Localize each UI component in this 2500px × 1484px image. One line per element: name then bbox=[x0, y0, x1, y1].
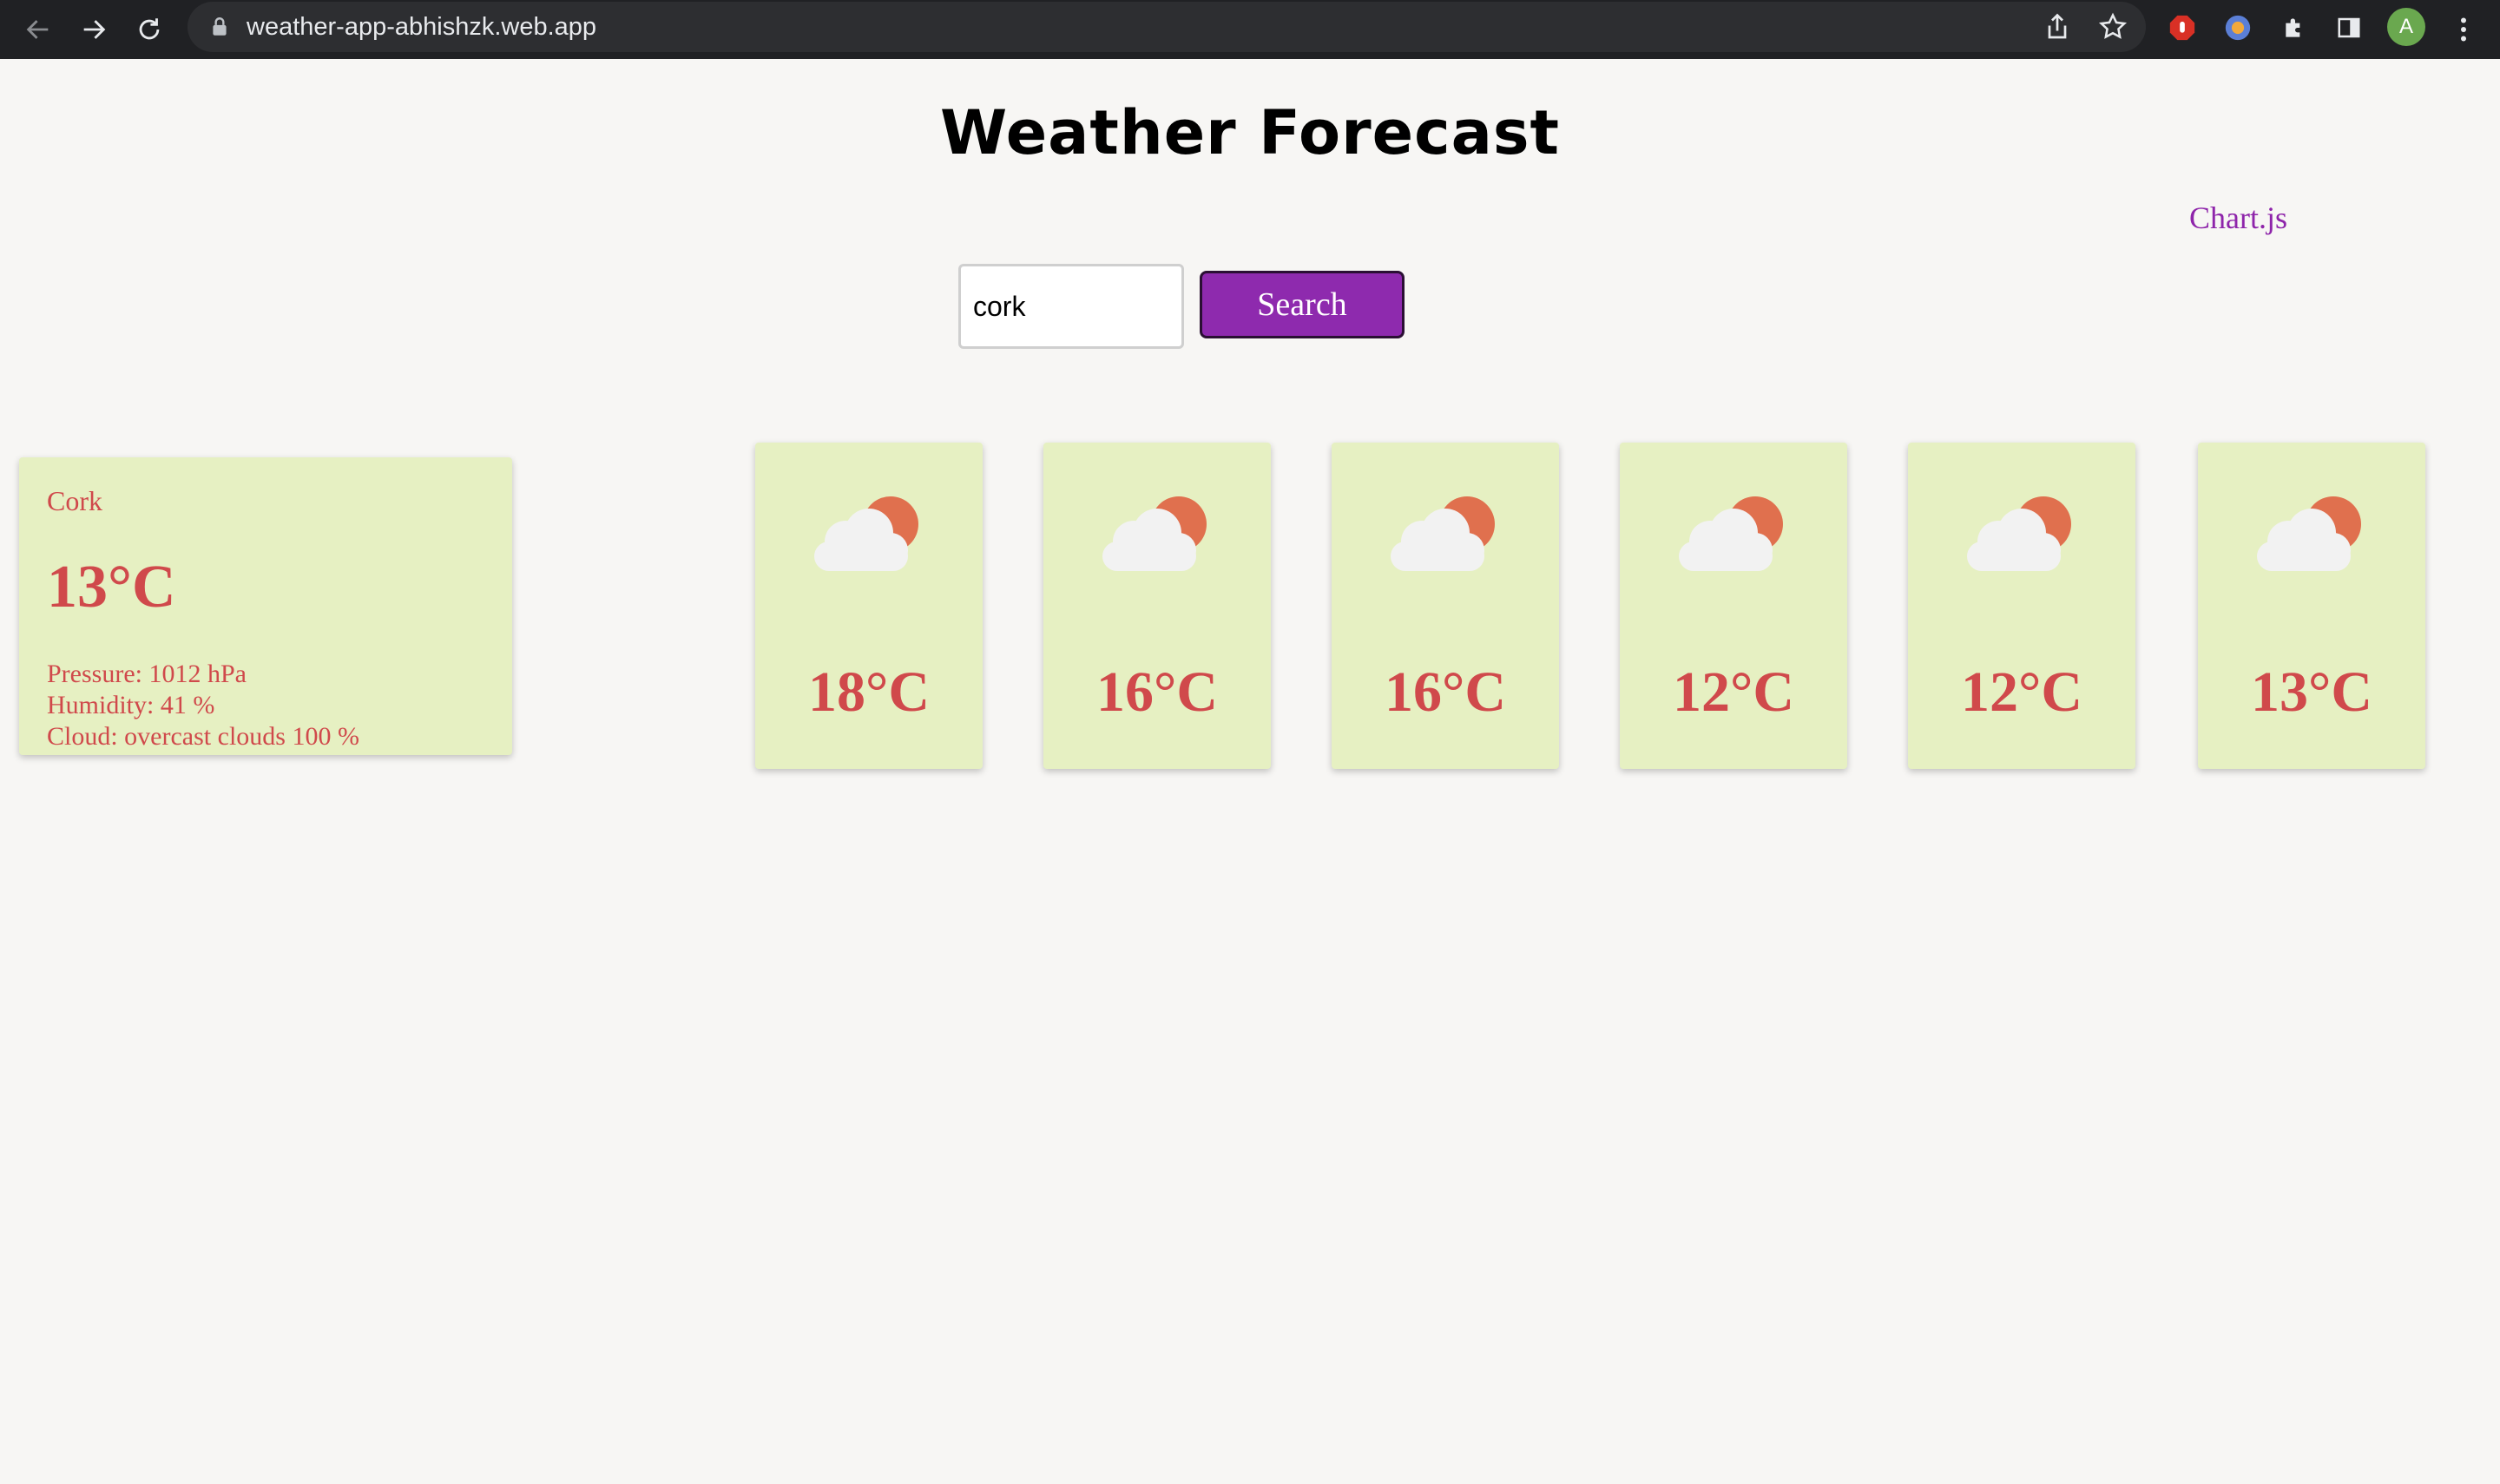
current-city: Cork bbox=[47, 485, 102, 516]
search-button[interactable]: Search bbox=[1200, 271, 1405, 338]
profile-avatar[interactable]: A bbox=[2387, 8, 2425, 46]
current-weather-card: Cork 13°C Pressure: 1012 hPa Humidity: 4… bbox=[19, 457, 512, 755]
page-title: Weather Forecast bbox=[939, 97, 1561, 168]
partly-cloudy-icon bbox=[1391, 496, 1495, 571]
back-icon bbox=[26, 20, 49, 39]
current-humidity: Humidity: 41 % bbox=[47, 691, 215, 719]
browser-toolbar: weather-app-abhishzk.web.app A bbox=[0, 0, 2500, 59]
adblock-extension-icon[interactable] bbox=[2167, 12, 2198, 43]
forward-icon bbox=[83, 20, 106, 39]
side-panel-icon[interactable] bbox=[2333, 12, 2365, 43]
current-cloud: Cloud: overcast clouds 100 % bbox=[47, 722, 359, 751]
forecast-temperature: 12°C bbox=[1672, 660, 1795, 724]
forecast-temperature: 16°C bbox=[1095, 660, 1219, 724]
puzzle-icon[interactable] bbox=[2280, 12, 2311, 43]
partly-cloudy-icon bbox=[1967, 496, 2071, 571]
forecast-card: 16°C bbox=[1332, 443, 1559, 769]
forecast-temperature: 16°C bbox=[1384, 660, 1507, 724]
forecast-card: 12°C bbox=[1908, 443, 2135, 769]
forward-button[interactable] bbox=[69, 5, 118, 54]
share-icon[interactable] bbox=[2042, 11, 2073, 43]
forecast-card: 12°C bbox=[1620, 443, 1847, 769]
current-pressure: Pressure: 1012 hPa bbox=[47, 660, 247, 688]
city-search-input[interactable] bbox=[958, 264, 1184, 349]
forecast-card: 13°C bbox=[2198, 443, 2425, 769]
address-bar[interactable]: weather-app-abhishzk.web.app bbox=[188, 2, 2146, 52]
partly-cloudy-icon bbox=[1102, 496, 1207, 571]
forecast-temperature: 13°C bbox=[2250, 660, 2373, 724]
reload-icon bbox=[139, 18, 160, 40]
forecast-card: 18°C bbox=[755, 443, 983, 769]
extension-icon[interactable] bbox=[2222, 12, 2253, 43]
back-button[interactable] bbox=[14, 5, 62, 54]
lock-icon[interactable] bbox=[208, 16, 231, 38]
reload-button[interactable] bbox=[125, 5, 174, 54]
current-temperature: 13°C bbox=[47, 554, 176, 621]
partly-cloudy-icon bbox=[1679, 496, 1783, 571]
forecast-card: 16°C bbox=[1043, 443, 1271, 769]
partly-cloudy-icon bbox=[2257, 496, 2361, 571]
forecast-temperature: 12°C bbox=[1960, 660, 2083, 724]
forecast-temperature: 18°C bbox=[807, 660, 931, 724]
chartjs-link[interactable]: Chart.js bbox=[2189, 200, 2287, 236]
url-text[interactable]: weather-app-abhishzk.web.app bbox=[247, 13, 596, 42]
partly-cloudy-icon bbox=[814, 496, 918, 571]
menu-icon[interactable] bbox=[2448, 12, 2479, 47]
star-icon[interactable] bbox=[2097, 11, 2128, 43]
